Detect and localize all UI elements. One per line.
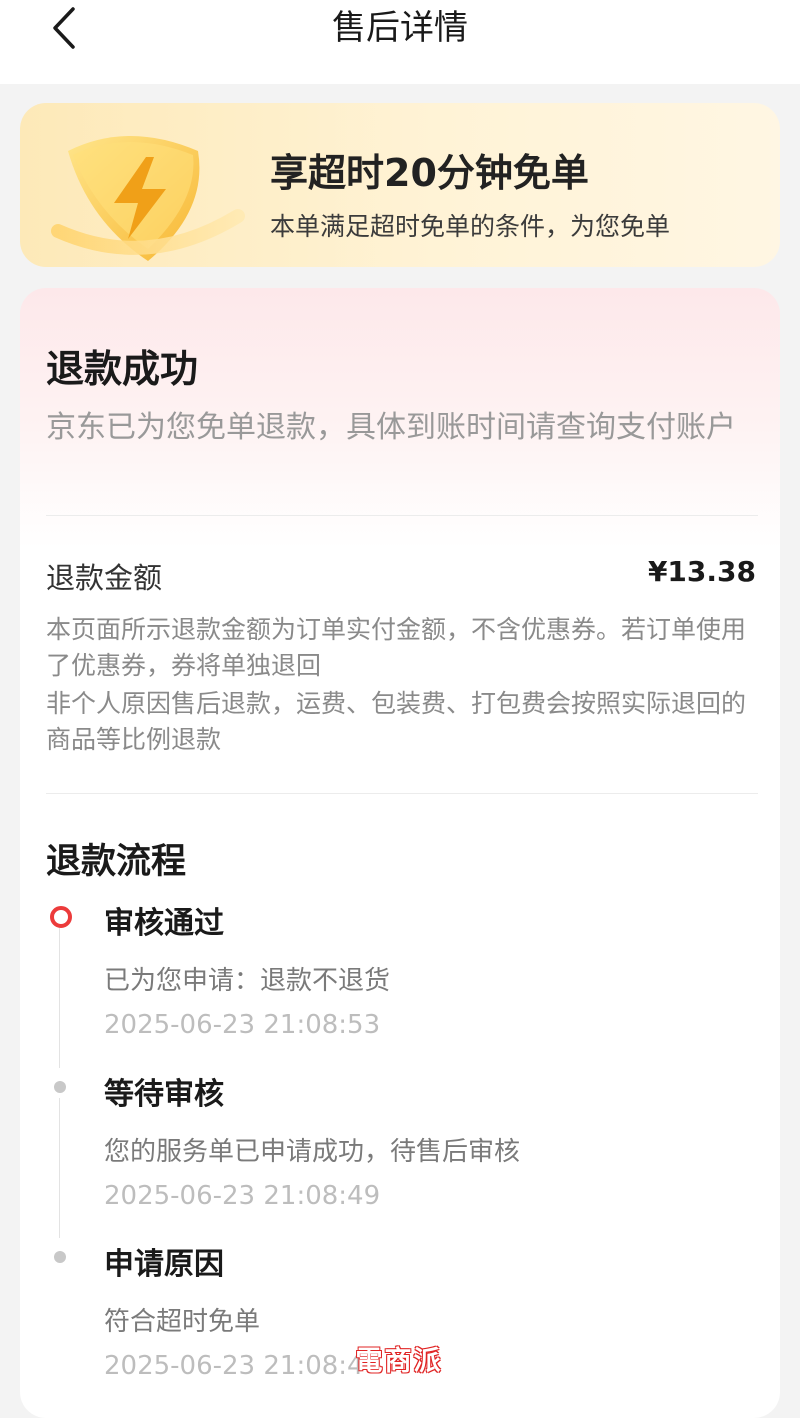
step-time: 2025-06-23 21:08:49 bbox=[104, 1181, 381, 1211]
refund-flow-title: 退款流程 bbox=[46, 842, 187, 882]
banner-subtitle: 本单满足超时免单的条件，为您免单 bbox=[270, 212, 671, 241]
top-bar: 售后详情 bbox=[0, 0, 800, 84]
refund-note-shipping: 非个人原因售后退款，运费、包装费、打包费会按照实际退回的商品等比例退款 bbox=[46, 689, 747, 754]
step-title: 等待审核 bbox=[104, 1077, 224, 1112]
step-time: 2025-06-23 21:08:4 bbox=[104, 1351, 364, 1381]
refund-status-description: 京东已为您免单退款，具体到账时间请查询支付账户 bbox=[46, 410, 736, 445]
refund-note-coupon: 本页面所示退款金额为订单实付金额，不含优惠券。若订单使用了优惠券，券将单独退回 bbox=[46, 615, 747, 680]
step-indicator-active bbox=[50, 906, 72, 928]
banner-title: 享超时20分钟免单 bbox=[270, 151, 589, 195]
page-title: 售后详情 bbox=[332, 8, 468, 48]
refund-amount-label: 退款金额 bbox=[46, 561, 163, 595]
step-description: 符合超时免单 bbox=[104, 1307, 261, 1337]
step-indicator-inactive bbox=[54, 1081, 66, 1093]
refund-amount-value: ¥13.38 bbox=[647, 555, 756, 588]
timeline-line bbox=[59, 1098, 60, 1238]
step-indicator-inactive bbox=[54, 1251, 66, 1263]
timeout-free-order-banner: 享超时20分钟免单 本单满足超时免单的条件，为您免单 bbox=[20, 103, 780, 267]
step-time: 2025-06-23 21:08:53 bbox=[104, 1010, 381, 1040]
watermark-stamp: 電商派 bbox=[355, 1345, 443, 1377]
refund-detail-card: 退款成功 京东已为您免单退款，具体到账时间请查询支付账户 退款金额 ¥13.38… bbox=[20, 288, 780, 1418]
step-title: 申请原因 bbox=[104, 1247, 224, 1282]
divider bbox=[46, 515, 758, 516]
divider bbox=[46, 793, 758, 794]
lightning-shield-icon bbox=[48, 121, 248, 267]
timeline-line bbox=[59, 928, 60, 1068]
step-title: 审核通过 bbox=[104, 906, 224, 941]
refund-status-title: 退款成功 bbox=[46, 347, 199, 391]
step-description: 您的服务单已申请成功，待售后审核 bbox=[104, 1137, 521, 1167]
step-description: 已为您申请：退款不退货 bbox=[104, 966, 391, 996]
